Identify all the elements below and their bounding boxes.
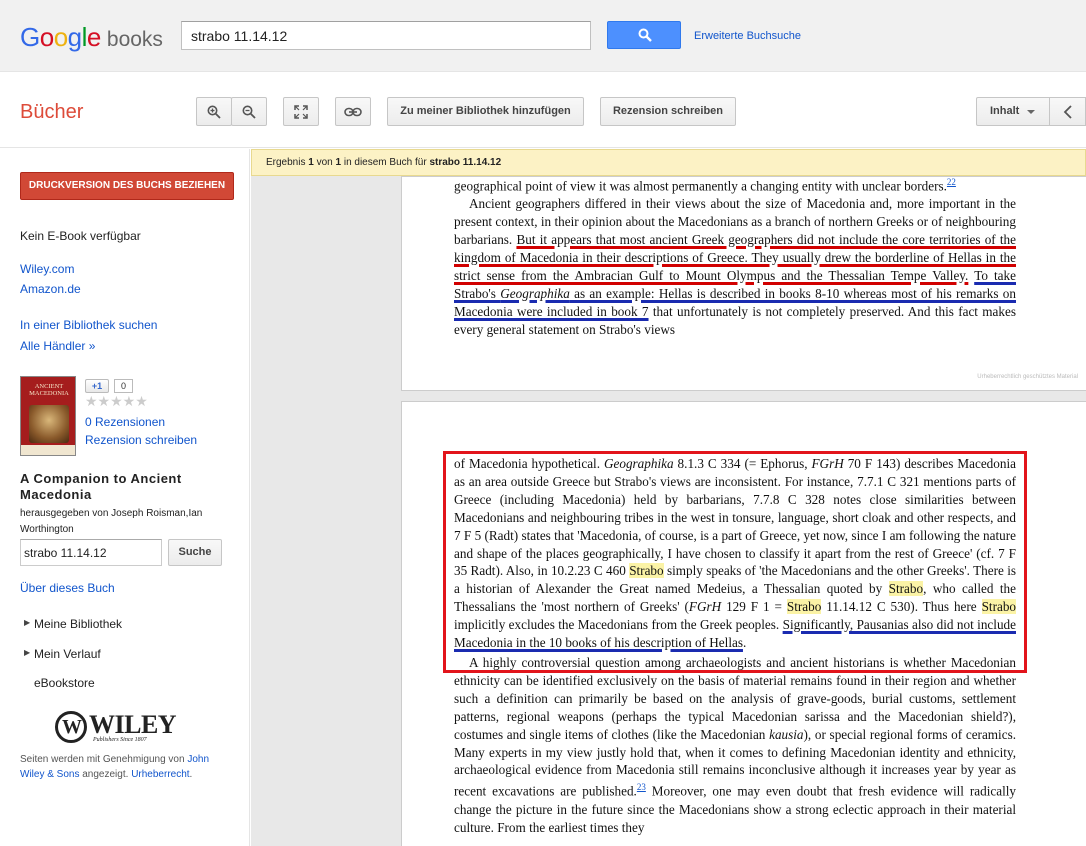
note-text: angezeigt. [79,769,132,780]
get-print-book-button[interactable]: DRUCKVERSION DES BUCHS BEZIEHEN [20,172,234,200]
my-history-link[interactable]: Mein Verlauf [34,647,101,661]
top-header: Googlebooks Erweiterte Buchsuche [0,0,1086,72]
about-this-book-link[interactable]: Über dieses Buch [20,581,115,595]
wiley-logo-subtitle: Publishers Since 1807 [93,737,147,743]
google-books-logo[interactable]: Google books [20,22,163,53]
footnote-ref[interactable]: 22 [947,177,956,187]
plus-one-count: 0 [114,379,133,393]
footnote-ref[interactable]: 23 [637,782,646,792]
zoom-in-button[interactable] [196,97,232,126]
fullscreen-button[interactable] [283,97,319,126]
cover-title: ANCIENT MACEDONIA [29,383,69,397]
collapse-panel-button[interactable] [1049,97,1086,126]
italic-text: kausia [769,726,804,742]
fullscreen-icon [294,104,308,119]
chevron-left-icon [1063,105,1072,119]
cover-artwork [29,405,69,443]
rating-stars: ★★★★★ [85,393,148,409]
all-sellers-link[interactable]: Alle Händler » [20,339,95,353]
advanced-search-link[interactable]: Erweiterte Buchsuche [694,30,801,42]
zoom-out-button[interactable] [231,97,267,126]
no-ebook-text: Kein E-Book verfügbar [20,229,141,243]
search-icon [638,28,652,42]
cover-footer [21,445,75,455]
find-in-library-link[interactable]: In einer Bibliothek suchen [20,318,157,332]
logo-books-text: books [106,28,163,51]
book-title: A Companion to Ancient Macedonia [20,471,182,502]
books-section-title[interactable]: Bücher [20,101,83,124]
ebookstore-link[interactable]: eBookstore [34,676,95,690]
write-review-button[interactable]: Rezension schreiben [600,97,736,126]
zoom-out-icon [242,105,256,119]
result-query: strabo 11.14.12 [429,157,502,168]
publisher-logo[interactable]: W WILEY Publishers Since 1807 [55,710,195,746]
result-text: Ergebnis [266,157,309,168]
link-button[interactable] [335,97,371,126]
contents-label: Inhalt [990,105,1020,117]
red-underlined-text: But it appears that most ancient Greek g… [454,232,1017,283]
seller-link-wiley[interactable]: Wiley.com [20,262,74,276]
copyright-watermark: Urheberrechtlich geschütztes Material [977,374,1078,380]
reviews-count-link[interactable]: 0 Rezensionen [85,415,165,429]
book-viewer[interactable]: Ergebnis 1 von 1 in diesem Buch für stra… [251,149,1086,846]
search-in-book-input[interactable] [20,539,162,566]
my-library-link[interactable]: Meine Bibliothek [34,617,122,631]
left-sidebar: DRUCKVERSION DES BUCHS BEZIEHEN Kein E-B… [0,149,250,846]
publisher-permission-note: Seiten werden mit Genehmigung von John W… [20,752,235,782]
italic-text: Geographika [500,285,570,301]
copyright-link[interactable]: Urheberrecht [131,769,189,780]
note-text: . [189,769,193,780]
book-page: of Macedonia hypothetical. Geographika 8… [401,401,1086,846]
chevron-down-icon [1027,110,1035,114]
book-cover[interactable]: ANCIENT MACEDONIA [20,376,76,456]
contents-dropdown[interactable]: Inhalt [976,97,1050,126]
add-to-library-button[interactable]: Zu meiner Bibliothek hinzufügen [387,97,584,126]
write-review-link[interactable]: Rezension schreiben [85,433,197,447]
book-page: geographical point of view it was almost… [401,176,1086,391]
text-line: geographical point of view it was almost… [454,178,947,194]
result-text: von [313,157,336,168]
seller-link-amazon[interactable]: Amazon.de [20,282,81,296]
search-result-bar: Ergebnis 1 von 1 in diesem Buch für stra… [251,149,1086,176]
book-toolbar: Bücher Zu meiner Bibliothek hinzufügen R… [0,73,1086,148]
result-text: in diesem Buch für [341,157,430,168]
red-annotation-box [443,451,1027,673]
book-editors: herausgegeben von Joseph Roisman,Ian Wor… [20,508,203,535]
plus-one-button[interactable]: +1 [85,379,109,393]
wiley-logo-text: WILEY [89,710,177,739]
search-input[interactable] [181,21,591,50]
expand-triangle-icon: ▶ [24,618,31,627]
search-in-book-button[interactable]: Suche [168,539,222,566]
wiley-emblem-icon: W [55,711,87,743]
search-button[interactable] [607,21,681,49]
link-icon [344,107,362,116]
expand-triangle-icon: ▶ [24,648,31,657]
page-text: geographical point of view it was almost… [454,174,1016,339]
zoom-in-icon [207,105,221,119]
note-text: Seiten werden mit Genehmigung von [20,754,188,765]
